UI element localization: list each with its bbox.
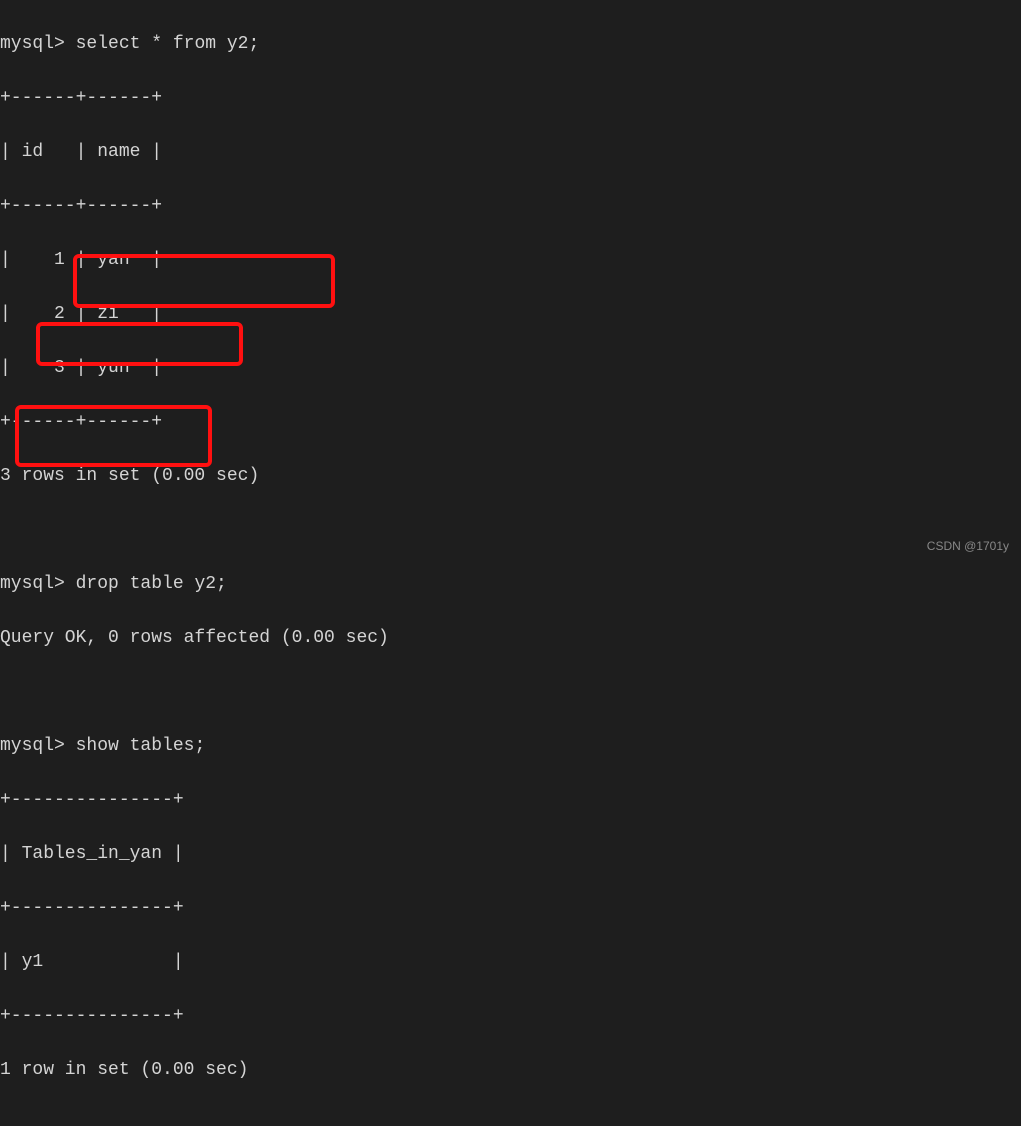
sql-command: show tables; (76, 736, 206, 756)
table-border: +---------------+ (0, 895, 1021, 922)
command-line: mysql> show tables; (0, 733, 1021, 760)
blank-line (0, 679, 1021, 706)
table-border: +------+------+ (0, 193, 1021, 220)
watermark: CSDN @1701y (927, 537, 1009, 555)
terminal-output: mysql> select * from y2; +------+------+… (0, 4, 1021, 1126)
table-row: | 1 | yan | (0, 247, 1021, 274)
table-row: | 2 | zi | (0, 301, 1021, 328)
command-line: mysql> select * from y2; (0, 31, 1021, 58)
table-border: +------+------+ (0, 85, 1021, 112)
prompt: mysql> (0, 574, 65, 594)
result-text: Query OK, 0 rows affected (0.00 sec) (0, 625, 1021, 652)
sql-command: drop table y2; (76, 574, 227, 594)
table-border: +---------------+ (0, 1003, 1021, 1030)
result-text: 3 rows in set (0.00 sec) (0, 463, 1021, 490)
table-row: | 3 | yun | (0, 355, 1021, 382)
prompt: mysql> (0, 34, 65, 54)
result-text: 1 row in set (0.00 sec) (0, 1057, 1021, 1084)
table-header: | Tables_in_yan | (0, 841, 1021, 868)
blank-line (0, 517, 1021, 544)
table-row: | y1 | (0, 949, 1021, 976)
table-border: +---------------+ (0, 787, 1021, 814)
command-line: mysql> drop table y2; (0, 571, 1021, 598)
table-border: +------+------+ (0, 409, 1021, 436)
sql-command: select * from y2; (76, 34, 260, 54)
blank-line (0, 1111, 1021, 1126)
table-header: | id | name | (0, 139, 1021, 166)
prompt: mysql> (0, 736, 65, 756)
